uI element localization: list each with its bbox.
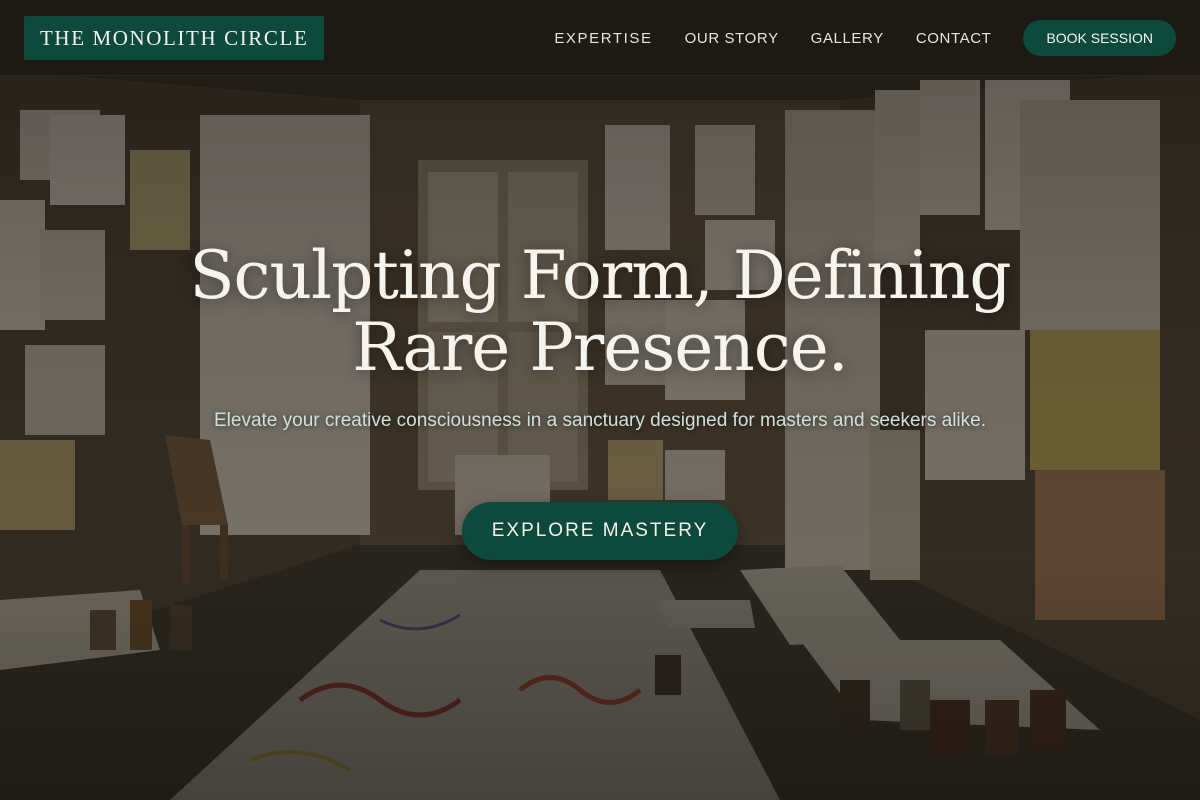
hero-subtitle: Elevate your creative consciousness in a… [213,410,986,431]
nav-link-gallery[interactable]: GALLERY [811,30,884,47]
nav-link-contact[interactable]: CONTACT [916,30,992,47]
nav-link-expertise[interactable]: EXPERTISE [554,30,652,47]
book-session-button[interactable]: BOOK SESSION [1023,20,1176,56]
hero-title-line-1: Sculpting Form, Defining [189,237,1011,314]
explore-mastery-button[interactable]: EXPLORE MASTERY [462,502,738,560]
main-nav: EXPERTISE OUR STORY GALLERY CONTACT BOOK… [554,20,1176,56]
hero-title-line-2: Rare Presence. [352,309,849,386]
site-header: THE MONOLITH CIRCLE EXPERTISE OUR STORY … [0,0,1200,76]
hero-dark-overlay [0,0,1200,800]
hero-background-image [0,0,1200,800]
brand-logo[interactable]: THE MONOLITH CIRCLE [24,16,325,60]
nav-link-our-story[interactable]: OUR STORY [685,30,779,47]
hero-title: Sculpting Form, Defining Rare Presence. [100,240,1100,384]
